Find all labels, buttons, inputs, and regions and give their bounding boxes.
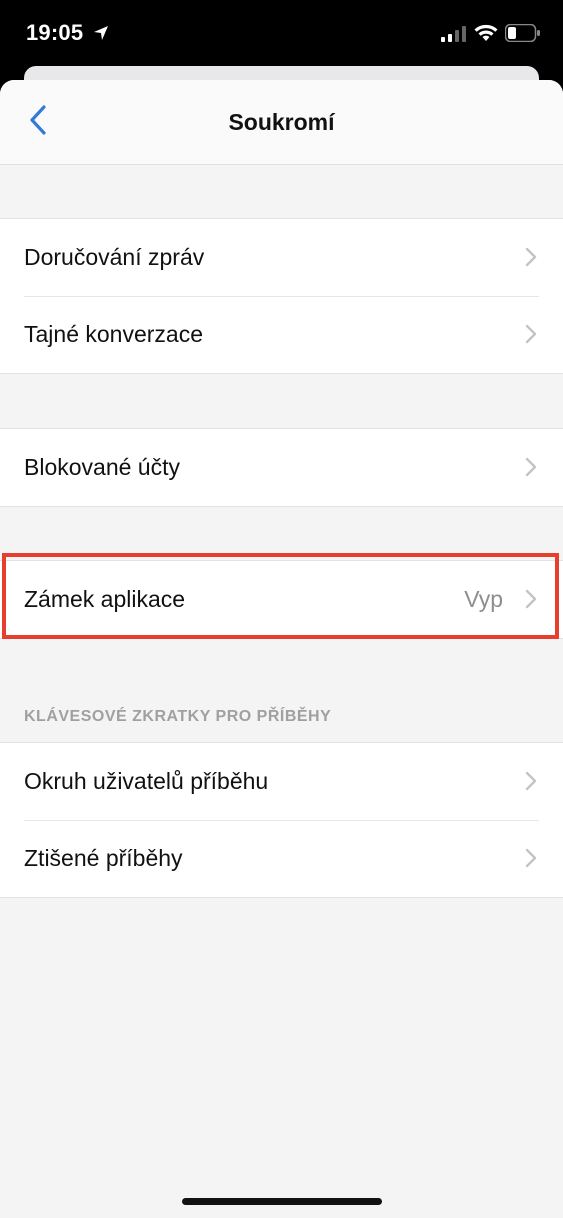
- row-value: Vyp: [464, 586, 503, 612]
- settings-group-app-lock: Zámek aplikace Vyp: [0, 560, 563, 639]
- settings-sheet: Soukromí Doručování zpráv Tajné konverza…: [0, 80, 563, 1218]
- settings-group-stories: Okruh uživatelů příběhu Ztišené příběhy: [0, 742, 563, 898]
- navigation-bar: Soukromí: [0, 80, 563, 165]
- settings-group-messages: Doručování zpráv Tajné konverzace: [0, 218, 563, 374]
- row-label: Ztišené příběhy: [24, 845, 183, 871]
- home-indicator[interactable]: [182, 1198, 382, 1205]
- row-story-audience[interactable]: Okruh uživatelů příběhu: [0, 743, 563, 820]
- status-bar: 19:05: [0, 0, 563, 70]
- row-message-delivery[interactable]: Doručování zpráv: [0, 219, 563, 296]
- section-header: KLÁVESOVÉ ZKRATKY PRO PŘÍBĚHY: [24, 708, 332, 725]
- row-app-lock[interactable]: Zámek aplikace Vyp: [0, 561, 563, 638]
- chevron-right-icon: [525, 771, 537, 796]
- row-blocked-accounts[interactable]: Blokované účty: [0, 429, 563, 506]
- row-label: Zámek aplikace: [24, 586, 186, 612]
- cellular-signal-icon: [441, 26, 467, 47]
- chevron-right-icon: [525, 589, 537, 614]
- chevron-right-icon: [525, 324, 537, 349]
- row-muted-stories[interactable]: Ztišené příběhy: [0, 820, 563, 897]
- row-label: Blokované účty: [24, 454, 180, 480]
- chevron-right-icon: [525, 848, 537, 873]
- battery-icon: [504, 23, 541, 47]
- row-secret-conversations[interactable]: Tajné konverzace: [0, 296, 563, 373]
- wifi-icon: [473, 23, 499, 48]
- row-label: Tajné konverzace: [24, 321, 203, 347]
- settings-group-blocked: Blokované účty: [0, 428, 563, 507]
- location-arrow-icon: [92, 24, 110, 47]
- row-label: Doručování zpráv: [24, 244, 205, 270]
- chevron-right-icon: [525, 247, 537, 272]
- chevron-right-icon: [525, 457, 537, 482]
- row-label: Okruh uživatelů příběhu: [24, 768, 269, 794]
- page-title: Soukromí: [228, 109, 335, 135]
- status-time: 19:05: [26, 20, 84, 45]
